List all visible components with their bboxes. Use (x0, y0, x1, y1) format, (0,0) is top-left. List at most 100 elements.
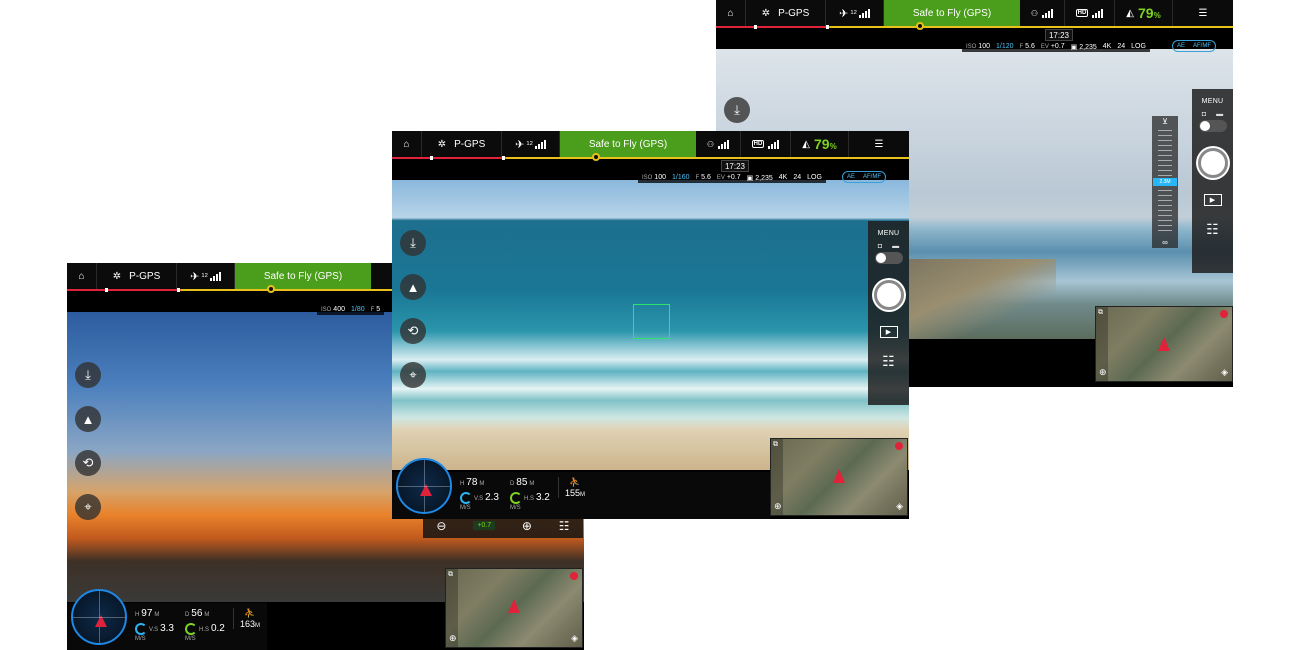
battery-unit: % (1153, 11, 1161, 20)
satellite-icon: ✈ (190, 270, 200, 283)
settings-sliders-icon[interactable]: ☷ (882, 354, 895, 368)
flight-mode[interactable]: ✲ P-GPS (422, 131, 502, 157)
map-layer-icon[interactable]: ⧉ (1098, 309, 1103, 317)
camera-icon: ▣ (1070, 43, 1078, 51)
status-bar[interactable]: Safe to Fly (GPS) (235, 263, 371, 289)
vs-value: 2.3 (485, 492, 499, 503)
eraser-icon[interactable]: ◈ (896, 501, 903, 512)
photo-video-toggle[interactable] (1198, 120, 1227, 132)
eraser-icon[interactable]: ◈ (571, 633, 578, 644)
playback-button[interactable]: ▶ (1203, 194, 1222, 206)
home-button[interactable]: ⌂ (716, 0, 746, 26)
zoom-icon[interactable]: ⊕ (774, 501, 782, 512)
gps-signal[interactable]: ✈ 12 (502, 131, 560, 157)
rc-signal-icon: ⚇ (706, 139, 715, 149)
playback-icon: ▶ (885, 329, 892, 336)
ev-value: +0.7 (726, 174, 741, 181)
waypoint-button[interactable]: ⌖ (400, 362, 426, 388)
battery[interactable]: ◭ 79% (791, 131, 849, 157)
takeoff-button[interactable]: ⤓ (400, 230, 426, 256)
map-layer-icon[interactable]: ⧉ (448, 571, 453, 579)
compass-icon (1220, 310, 1228, 318)
autopilot-button[interactable]: ▲ (75, 406, 101, 432)
minimap[interactable]: ⊕ ◈ ⧉ (770, 438, 908, 516)
infinity-icon: ∞ (1162, 238, 1168, 247)
flight-time: 17:23 (721, 160, 749, 172)
video-icon: ▬ (892, 243, 900, 250)
rc-signal-icon: ⚇ (1030, 8, 1039, 18)
camera-params[interactable]: ISO 100 1/160 F 5.6 EV +0.7 ▣ 2,235 4K 2… (638, 172, 826, 183)
aperture-value: 5.6 (701, 174, 711, 181)
attitude-radar[interactable] (396, 458, 452, 514)
ev-value: +0.7 (1050, 43, 1065, 50)
menu-button[interactable]: MENU (1202, 98, 1224, 105)
exposure-slider[interactable]: ⊻ 2.3M ∞ (1152, 116, 1178, 248)
aircraft-icon (95, 615, 107, 627)
top-bar: ⌂ ✲ P-GPS ✈ 12 Safe to Fly (GPS) ⚇ HD ◭ … (716, 0, 1233, 26)
minus-icon[interactable]: ⊖ (436, 519, 446, 533)
telemetry-values: H 97 M D 56 M V.S 3.3 M/S H.S 0.2 M/S (135, 608, 225, 643)
takeoff-button[interactable]: ⤓ (75, 362, 101, 388)
status-bar[interactable]: Safe to Fly (GPS) (884, 0, 1020, 26)
settings-sliders-icon[interactable]: ☷ (1206, 222, 1219, 236)
takeoff-icon: ⤓ (410, 235, 416, 250)
home-button[interactable]: ⌂ (67, 263, 97, 289)
menu-button[interactable]: MENU (878, 230, 900, 237)
plus-icon[interactable]: ⊕ (522, 519, 532, 533)
map-layer-icon[interactable]: ⧉ (773, 441, 778, 449)
eraser-icon[interactable]: ◈ (1221, 367, 1228, 378)
zoom-icon[interactable]: ⊕ (1099, 367, 1107, 378)
playback-icon: ▶ (1209, 197, 1216, 204)
vps-icon: ⛹ (569, 477, 581, 487)
vps-value: 155 (565, 488, 581, 498)
drone-position-icon (508, 599, 520, 613)
camera-icon: ◘ (877, 243, 883, 250)
waypoint-icon: ⌖ (84, 499, 92, 514)
rc-signal[interactable]: ⚇ (696, 131, 741, 157)
shutter-button[interactable] (1197, 148, 1228, 178)
hd-signal[interactable]: HD (1065, 0, 1115, 26)
ae-af-toggle[interactable]: AE AF/MF (842, 171, 887, 183)
return-home-button[interactable]: ⟲ (400, 318, 426, 344)
top-bar: ⌂ ✲ P-GPS ✈ 12 Safe to Fly (GPS) ⚇ HD ◭ … (392, 131, 909, 157)
photo-video-toggle[interactable] (874, 252, 903, 264)
camera-params[interactable]: ISO 100 1/120 F 5.6 EV +0.7 ▣ 2,235 4K 2… (962, 41, 1150, 52)
flight-mode[interactable]: ✲ P-GPS (97, 263, 177, 289)
takeoff-button[interactable]: ⤓ (724, 97, 750, 123)
hd-signal[interactable]: HD (741, 131, 791, 157)
home-icon: ⌂ (727, 7, 734, 19)
battery-unit: % (829, 142, 837, 151)
resolution: 4K (1102, 43, 1112, 50)
minimap[interactable]: ⊕ ◈ ⧉ (1095, 306, 1233, 382)
attitude-radar[interactable] (71, 589, 127, 645)
hs-gauge-icon (510, 492, 522, 505)
gps-signal[interactable]: ✈ 12 (826, 0, 884, 26)
waypoint-button[interactable]: ⌖ (75, 494, 101, 520)
flight-mode-label: P-GPS (129, 270, 161, 282)
camera-params[interactable]: ISO 400 1/80 F 5 (317, 304, 385, 315)
satellite-icon: ✈ (515, 138, 525, 151)
shutter-value: 1/160 (671, 174, 690, 181)
zoom-icon[interactable]: ⊕ (449, 633, 457, 644)
battery[interactable]: ◭ 79% (1115, 0, 1173, 26)
settings-sliders-icon[interactable]: ☷ (559, 519, 570, 533)
return-home-button[interactable]: ⟲ (75, 450, 101, 476)
status-bar[interactable]: Safe to Fly (GPS) (560, 131, 696, 157)
minimap[interactable]: ⊕ ◈ ⧉ (445, 568, 583, 648)
ae-af-toggle[interactable]: AE AF/MF (1172, 40, 1217, 52)
home-button[interactable]: ⌂ (392, 131, 422, 157)
flight-mode[interactable]: ✲ P-GPS (746, 0, 826, 26)
drone-icon: ✲ (761, 7, 771, 19)
list-menu-button[interactable]: ☰ (1173, 0, 1233, 26)
telemetry-values: H 78 M D 85 M V.S 2.3 M/S H.S 3.2 M/S (460, 477, 550, 512)
fps: 24 (793, 174, 802, 181)
battery-percent: 79 (814, 136, 830, 152)
shutter-button[interactable] (873, 280, 904, 310)
autopilot-button[interactable]: ▲ (400, 274, 426, 300)
focus-box[interactable] (633, 304, 670, 339)
rc-signal[interactable]: ⚇ (1020, 0, 1065, 26)
playback-button[interactable]: ▶ (879, 326, 898, 338)
shutter-value: 1/80 (350, 306, 365, 313)
gps-signal[interactable]: ✈ 12 (177, 263, 235, 289)
list-menu-button[interactable]: ☰ (849, 131, 909, 157)
